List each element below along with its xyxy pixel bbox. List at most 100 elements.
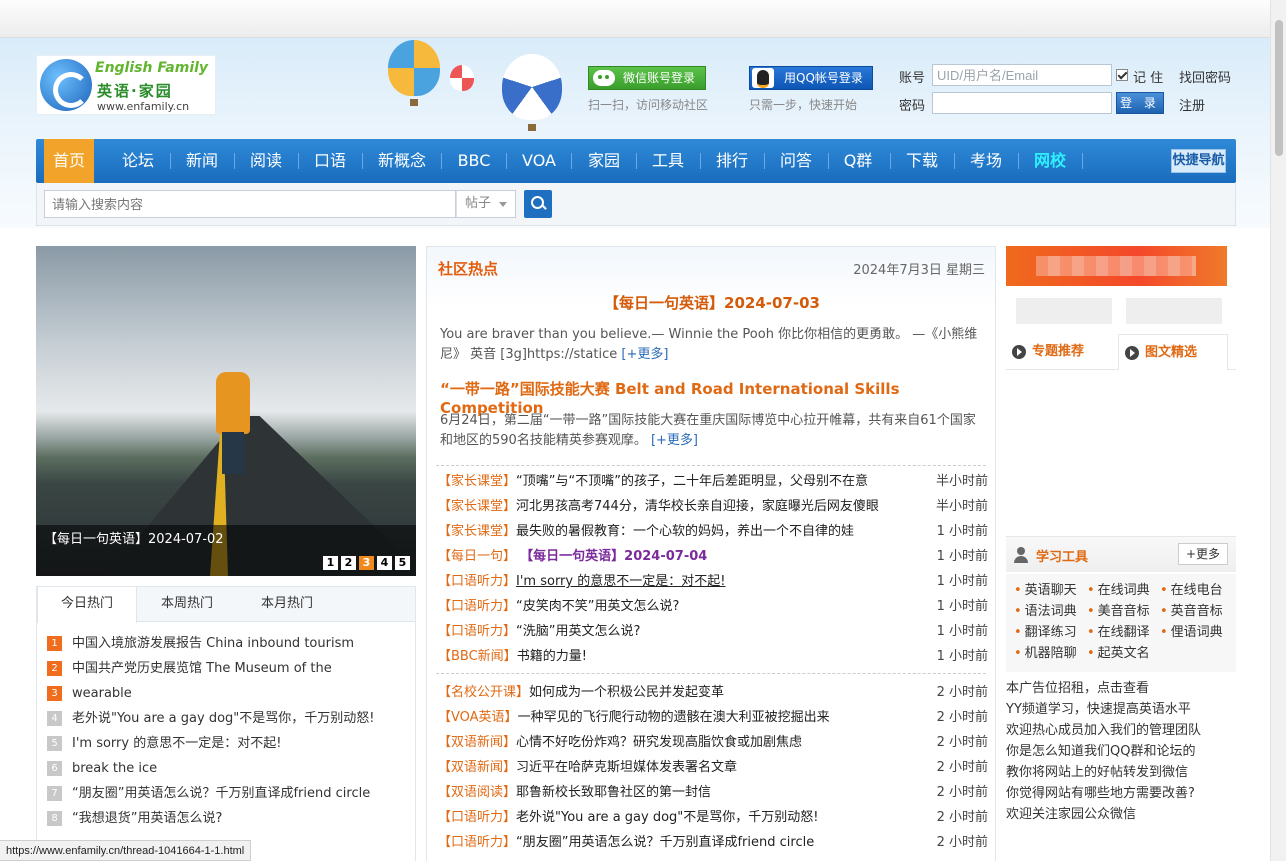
nav-item-speaking[interactable]: 口语 (304, 139, 356, 183)
image-slider[interactable]: 【每日一句英语】2024-07-02 12345 (36, 246, 416, 576)
more-link[interactable]: [+更多] (621, 347, 668, 362)
scrollbar[interactable] (1270, 0, 1286, 861)
text-ad-link[interactable]: 你觉得网站有哪些地方需要改善? (1006, 783, 1236, 804)
tool-link[interactable]: 翻译练习 (1014, 622, 1087, 643)
divider (436, 465, 986, 466)
news-row[interactable]: 【家长课堂】河北男孩高考744分，清华校长亲自迎接，家庭曝光后网友傻眼 半小时前 (438, 494, 988, 519)
nav-item-home-community[interactable]: 家园 (578, 139, 630, 183)
remember-checkbox[interactable] (1116, 69, 1128, 81)
site-logo[interactable]: English Family 英语·家园 www.enfamily.cn (36, 55, 216, 115)
text-ad-link[interactable]: 欢迎关注家园公众微信 (1006, 804, 1236, 825)
tool-link[interactable]: 在线翻译 (1087, 622, 1160, 643)
list-item[interactable]: 7 “朋友圈”用英语怎么说？千万别直译成friend circle (47, 781, 374, 806)
tool-link[interactable]: 美音音标 (1087, 601, 1160, 622)
nav-item-reading[interactable]: 阅读 (240, 139, 292, 183)
news-row[interactable]: 【VOA英语】一种罕见的飞行爬行动物的遗骸在澳大利亚被挖掘出来 2 小时前 (438, 705, 988, 730)
list-item[interactable]: 2 中国共产党历史展览馆 The Museum of the (47, 656, 374, 681)
nav-item-forum[interactable]: 论坛 (112, 139, 164, 183)
text-ad-link[interactable]: YY频道学习，快速提高英语水平 (1006, 699, 1236, 720)
tab-month-hot[interactable]: 本月热门 (237, 587, 337, 622)
news-row[interactable]: 【双语阅读】耶鲁新校长致耶鲁社区的第一封信 2 小时前 (438, 780, 988, 805)
tool-link[interactable]: 在线电台 (1160, 580, 1233, 601)
scrollbar-thumb[interactable] (1275, 20, 1283, 156)
account-input[interactable] (932, 64, 1112, 86)
list-item[interactable]: 5 I'm sorry 的意思不一定是：对不起! (47, 731, 374, 756)
news-row[interactable]: 【口语听力】老外说"You are a gay dog"不是骂你，千万别动怒! 2… (438, 805, 988, 830)
slider-page-1[interactable]: 1 (323, 556, 338, 570)
news-row[interactable]: 【BBC新闻】书籍的力量! 1 小时前 (438, 644, 988, 669)
news-time: 2 小时前 (936, 835, 988, 850)
list-item[interactable]: 8 “我想退货”用英语怎么说? (47, 806, 374, 831)
slider-page-2[interactable]: 2 (341, 556, 356, 570)
tool-link[interactable]: 英语聊天 (1014, 580, 1087, 601)
hot-item-title: break the ice (72, 761, 158, 776)
rank-number: 5 (47, 736, 62, 751)
list-item[interactable]: 4 老外说"You are a gay dog"不是骂你，千万别动怒! (47, 706, 374, 731)
summary-text: 6月24日，第二届“一带一路”国际技能大赛在重庆国际博览中心拉开帷幕，共有来自6… (440, 413, 976, 448)
banner-thumb[interactable] (1016, 298, 1112, 324)
news-row[interactable]: 【口语听力】“皮笑肉不笑”用英文怎么说? 1 小时前 (438, 594, 988, 619)
nav-item-bbc[interactable]: BBC (448, 139, 500, 183)
news-time: 1 小时前 (936, 649, 988, 664)
banner-thumb[interactable] (1126, 298, 1222, 324)
headline-summary: 6月24日，第二届“一带一路”国际技能大赛在重庆国际博览中心拉开帷幕，共有来自6… (440, 411, 985, 451)
password-input[interactable] (932, 92, 1112, 114)
qq-login-button[interactable]: 用QQ帐号登录 (749, 66, 873, 90)
text-ad-link[interactable]: 教你将网站上的好帖转发到微信 (1006, 762, 1236, 783)
tab-today-hot[interactable]: 今日热门 (37, 587, 137, 623)
wechat-login-button[interactable]: 微信账号登录 (588, 66, 706, 90)
news-time: 半小时前 (935, 474, 988, 489)
slider-page-3[interactable]: 3 (359, 556, 374, 570)
nav-item-qa[interactable]: 问答 (770, 139, 822, 183)
news-row[interactable]: 【双语新闻】心情不好吃份炸鸡？研究发现高脂饮食或加剧焦虑 2 小时前 (438, 730, 988, 755)
nav-item-new-concept[interactable]: 新概念 (369, 139, 435, 183)
search-button[interactable] (524, 190, 552, 218)
text-ad-link[interactable]: 你是怎么知道我们QQ群和论坛的 (1006, 741, 1236, 762)
news-row[interactable]: 【名校公开课】如何成为一个积极公民并发起变革 2 小时前 (438, 680, 988, 705)
nav-item-exam[interactable]: 考场 (960, 139, 1012, 183)
search-type-select[interactable]: 帖子 (456, 190, 516, 218)
text-ad-link[interactable]: 欢迎热心成员加入我们的管理团队 (1006, 720, 1236, 741)
tool-link[interactable]: 在线词典 (1087, 580, 1160, 601)
list-item[interactable]: 3 wearable (47, 681, 374, 706)
nav-item-ranking[interactable]: 排行 (706, 139, 758, 183)
nav-item-online-school[interactable]: 网校 (1024, 139, 1076, 183)
tool-link[interactable]: 起英文名 (1087, 643, 1160, 664)
slider-page-4[interactable]: 4 (377, 556, 392, 570)
news-row[interactable]: 【口语听力】“洗脑”用英文怎么说? 1 小时前 (438, 619, 988, 644)
nav-item-home[interactable]: 首页 (44, 139, 94, 183)
forgot-password-link[interactable]: 找回密码 (1179, 67, 1231, 86)
slider-page-5[interactable]: 5 (395, 556, 410, 570)
news-category: 【每日一句】 (438, 549, 517, 564)
news-category: 【双语新闻】 (438, 760, 517, 775)
nav-item-qgroup[interactable]: Q群 (832, 139, 884, 183)
ad-banner[interactable] (1006, 246, 1227, 286)
tool-link[interactable]: 机器陪聊 (1014, 643, 1087, 664)
tool-link[interactable]: 英音音标 (1160, 601, 1233, 622)
search-input[interactable] (44, 190, 456, 218)
nav-item-news[interactable]: 新闻 (176, 139, 228, 183)
tools-more-button[interactable]: +更多 (1178, 543, 1228, 565)
tool-link[interactable]: 语法词典 (1014, 601, 1087, 622)
news-row[interactable]: 【家长课堂】最失败的暑假教育：一个心软的妈妈，养出一个不自律的娃 1 小时前 (438, 519, 988, 544)
quick-nav-button[interactable]: 快捷导航 (1171, 149, 1226, 173)
news-row[interactable]: 【每日一句】 【每日一句英语】2024-07-04 1 小时前 (438, 544, 988, 569)
news-row[interactable]: 【双语新闻】习近平在哈萨克斯坦媒体发表署名文章 2 小时前 (438, 755, 988, 780)
list-item[interactable]: 1 中国入境旅游发展报告 China inbound tourism (47, 631, 374, 656)
news-row[interactable]: 【口语听力】I'm sorry 的意思不一定是：对不起! 1 小时前 (438, 569, 988, 594)
tab-week-hot[interactable]: 本周热门 (137, 587, 237, 622)
tab-topic-recommend[interactable]: 专题推荐 (1006, 334, 1116, 370)
news-row[interactable]: 【家长课堂】“顶嘴”与“不顶嘴”的孩子，二十年后差距明显，父母别不在意 半小时前 (438, 469, 988, 494)
login-button[interactable]: 登 录 (1116, 92, 1164, 114)
register-link[interactable]: 注册 (1179, 95, 1205, 114)
news-row[interactable]: 【口语听力】“朋友圈”用英语怎么说？千万别直译成friend circle 2 小… (438, 830, 988, 855)
tab-picture-select[interactable]: 图文精选 (1118, 334, 1228, 370)
text-ad-link[interactable]: 本广告位招租，点击查看 (1006, 678, 1236, 699)
list-item[interactable]: 6 break the ice (47, 756, 374, 781)
nav-item-download[interactable]: 下载 (896, 139, 948, 183)
more-link[interactable]: [+更多] (651, 433, 698, 448)
tool-link[interactable]: 俚语词典 (1160, 622, 1233, 643)
nav-item-tools[interactable]: 工具 (642, 139, 694, 183)
headline-link[interactable]: 【每日一句英语】2024-07-03 (427, 292, 997, 313)
nav-item-voa[interactable]: VOA (513, 139, 565, 183)
